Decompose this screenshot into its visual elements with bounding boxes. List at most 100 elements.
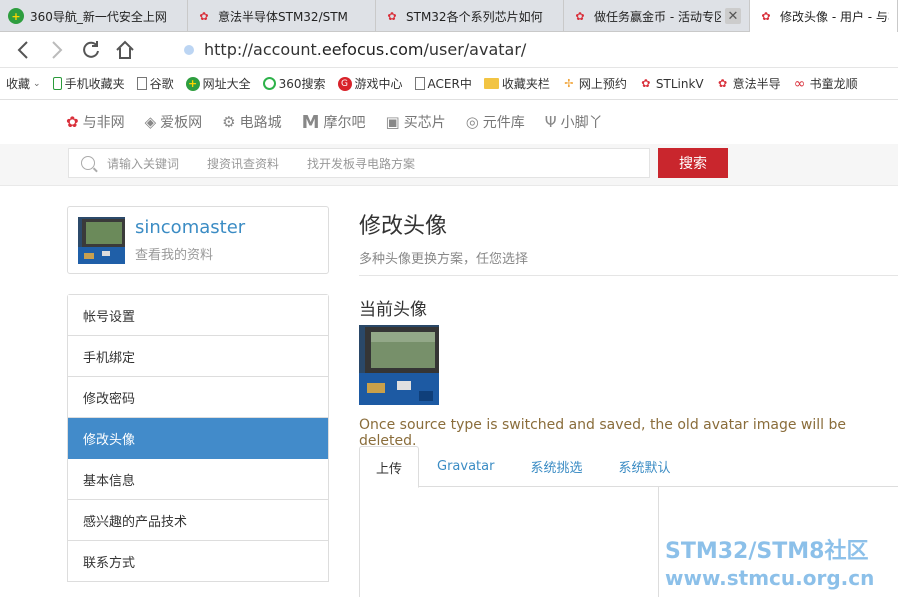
folder-icon — [483, 78, 499, 89]
pinwheel-icon: ✢ — [564, 77, 574, 90]
menu-item-interests[interactable]: 感兴趣的产品技术 — [68, 500, 328, 541]
close-tab-icon[interactable]: ✕ — [725, 8, 741, 24]
diamond-icon: ◈ — [144, 113, 157, 131]
watermark: STM32/STM8社区 www.stmcu.org.cn — [665, 538, 874, 590]
bookmark-item[interactable]: 360搜索 — [257, 68, 332, 99]
tab-gravatar[interactable]: Gravatar — [419, 446, 512, 487]
eefocus-icon: ✿ — [66, 113, 79, 131]
chip-icon: ▣ — [385, 113, 400, 131]
home-icon[interactable] — [108, 33, 142, 67]
browser-tab-title: 做任务赢金币 - 活动专区 — [594, 9, 721, 24]
upload-pane — [359, 487, 659, 597]
page-icon — [414, 77, 425, 90]
address-bar[interactable]: http://account. eefocus.com/user/avatar/ — [184, 40, 898, 59]
watermark-line2: www.stmcu.org.cn — [665, 566, 875, 590]
bookmarks-bar: 收藏 ⌄ 手机收藏夹 谷歌 + 网址大全 360搜索 G 游戏中心 ACER中 收藏夹… — [0, 68, 898, 100]
globe-360-icon: + — [8, 8, 24, 24]
browser-tab-bar: + 360导航_新一代安全上网 ✿ 意法半导体STM32/STM ✿ STM32… — [0, 0, 898, 32]
st-logo-icon: ✿ — [718, 77, 728, 90]
st-logo-icon: ✿ — [575, 9, 585, 23]
browser-tab-title: STM32各个系列芯片如何 — [406, 9, 543, 24]
browser-tab-title: 360导航_新一代安全上网 — [30, 9, 167, 24]
st-logo-icon: ✿ — [199, 9, 209, 23]
back-arrow-icon[interactable] — [6, 33, 40, 67]
avatar[interactable] — [78, 217, 125, 264]
watermark-line1: STM32/STM8社区 — [665, 539, 869, 564]
menu-item-contact[interactable]: 联系方式 — [68, 541, 328, 582]
browser-tab-1[interactable]: ✿ 意法半导体STM32/STM — [188, 0, 376, 32]
search-input[interactable]: 请输入关键词 搜资讯查资料 找开发板寻电路方案 — [68, 148, 650, 178]
menu-item-basic-info[interactable]: 基本信息 — [68, 459, 328, 500]
browser-tab-3[interactable]: ✿ 做任务赢金币 - 活动专区 ✕ — [564, 0, 750, 32]
bookmark-item[interactable]: ✿ 意法半导 — [710, 68, 787, 99]
reload-icon[interactable] — [74, 33, 108, 67]
browser-tab-title: 修改头像 - 用户 - 与非网 — [780, 9, 889, 24]
bookmark-item[interactable]: 谷歌 — [131, 68, 180, 99]
page-subtitle: 多种头像更换方案，任您选择 — [359, 252, 529, 267]
bookmark-item[interactable]: 收藏 ⌄ — [0, 68, 47, 99]
url-prefix: http://account. — [204, 40, 322, 59]
menu-item-account[interactable]: 帐号设置 — [68, 295, 328, 336]
bookmark-item[interactable]: 手机收藏夹 — [47, 68, 131, 99]
foot-icon: Ψ — [544, 113, 557, 131]
search-hint: 找开发板寻电路方案 — [307, 156, 416, 171]
search-icon — [81, 156, 95, 170]
search-360-icon — [262, 77, 276, 90]
menu-item-phone[interactable]: 手机绑定 — [68, 336, 328, 377]
profile-card: sincomaster 查看我的资料 — [67, 206, 329, 274]
settings-menu: 帐号设置 手机绑定 修改密码 修改头像 基本信息 感兴趣的产品技术 联系方式 — [67, 294, 329, 582]
bookmark-item[interactable]: + 网址大全 — [180, 68, 257, 99]
site-link-yuanjianku[interactable]: ◎ 元件库 — [466, 112, 525, 132]
bookmark-item[interactable]: ∞ 书童龙顺 — [787, 68, 864, 99]
bookmark-item[interactable]: ✿ STLinkV — [633, 68, 710, 99]
globe-icon — [184, 44, 194, 55]
site-link-dianlucheng[interactable]: ⚙ 电路城 — [222, 112, 281, 132]
game-icon: G — [337, 76, 352, 91]
search-hint: 请输入关键词 — [107, 156, 180, 171]
st-logo-icon: ✿ — [387, 9, 397, 23]
phone-icon — [52, 77, 62, 90]
m-logo-icon: M — [301, 111, 320, 133]
bookmark-item[interactable]: ACER中 — [409, 68, 478, 99]
search-band: 请输入关键词 搜资讯查资料 找开发板寻电路方案 搜索 — [0, 144, 898, 186]
site-link-aiban[interactable]: ◈ 爱板网 — [145, 112, 203, 132]
profile-username[interactable]: sincomaster — [135, 217, 245, 238]
view-profile-link[interactable]: 查看我的资料 — [135, 244, 213, 263]
page-icon — [136, 77, 147, 90]
url-host: eefocus.com — [321, 40, 424, 59]
site-link-eefocus[interactable]: ✿ 与非网 — [66, 112, 125, 132]
browser-tab-2[interactable]: ✿ STM32各个系列芯片如何 — [376, 0, 564, 32]
bookmark-item[interactable]: G 游戏中心 — [332, 68, 409, 99]
site-link-moore8[interactable]: M 摩尔吧 — [302, 112, 366, 133]
st-logo-icon: ✿ — [641, 77, 651, 90]
tab-system-default[interactable]: 系统默认 — [600, 446, 688, 487]
current-avatar-image — [359, 325, 439, 405]
browser-tab-0[interactable]: + 360导航_新一代安全上网 — [0, 0, 188, 32]
gear-icon: ⚙ — [222, 113, 236, 131]
menu-item-avatar[interactable]: 修改头像 — [68, 418, 328, 459]
avatar-warning-note: Once source type is switched and saved, … — [359, 417, 847, 449]
browser-toolbar: http://account. eefocus.com/user/avatar/ — [0, 32, 898, 68]
tab-upload[interactable]: 上传 — [359, 446, 420, 488]
browser-tab-4[interactable]: ✿ 修改头像 - 用户 - 与非网 — [750, 0, 898, 32]
infinity-icon: ∞ — [793, 75, 806, 92]
current-avatar-heading: 当前头像 — [359, 300, 427, 320]
swirl-icon: ◎ — [465, 113, 479, 131]
forward-arrow-icon[interactable] — [40, 33, 74, 67]
avatar-source-tabs: 上传 Gravatar 系统挑选 系统默认 — [359, 446, 898, 488]
search-button[interactable]: 搜索 — [658, 148, 728, 178]
tab-system-pick[interactable]: 系统挑选 — [512, 446, 600, 487]
browser-tab-title: 意法半导体STM32/STM — [218, 9, 348, 24]
st-logo-icon: ✿ — [761, 9, 771, 23]
menu-item-password[interactable]: 修改密码 — [68, 377, 328, 418]
divider — [359, 275, 898, 276]
site-nav: ✿ 与非网 ◈ 爱板网 ⚙ 电路城 M 摩尔吧 ▣ 买芯片 ◎ 元件库 Ψ 小脚丫 — [0, 100, 898, 144]
page-title: 修改头像 — [359, 214, 448, 239]
site-link-xiaojiaoya[interactable]: Ψ 小脚丫 — [545, 112, 603, 132]
globe-360-icon: + — [185, 76, 200, 91]
url-path: /user/avatar/ — [423, 40, 527, 59]
chevron-down-icon: ⌄ — [33, 78, 41, 89]
bookmark-item[interactable]: 收藏夹栏 — [478, 68, 556, 99]
bookmark-item[interactable]: ✢ 网上预约 — [556, 68, 633, 99]
site-link-maixinpian[interactable]: ▣ 买芯片 — [386, 112, 446, 132]
